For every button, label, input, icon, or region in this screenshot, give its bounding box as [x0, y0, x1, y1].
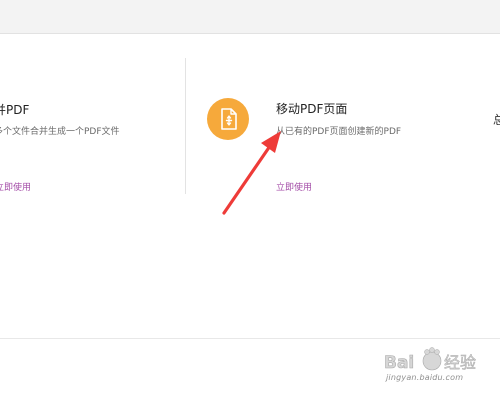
empty-section [0, 258, 500, 338]
merge-pdf-title: 并PDF [0, 103, 30, 117]
merge-pdf-description: 多个文件合并生成一个PDF文件 [0, 127, 120, 137]
top-toolbar [0, 0, 500, 34]
merge-pdf-use-now-link[interactable]: 立即使用 [0, 180, 31, 193]
move-pdf-pages-title: 移动PDF页面 [276, 102, 348, 116]
svg-text:Bai: Bai [384, 353, 414, 373]
svg-text:经验: 经验 [444, 353, 476, 372]
right-card-title-fragment: 总 [493, 113, 500, 127]
annotation-arrow [222, 131, 281, 215]
card-divider [185, 58, 186, 194]
watermark-site: jingyan.baidu.com [386, 373, 464, 382]
baidu-jingyan-watermark: Bai 经验 [384, 347, 476, 373]
